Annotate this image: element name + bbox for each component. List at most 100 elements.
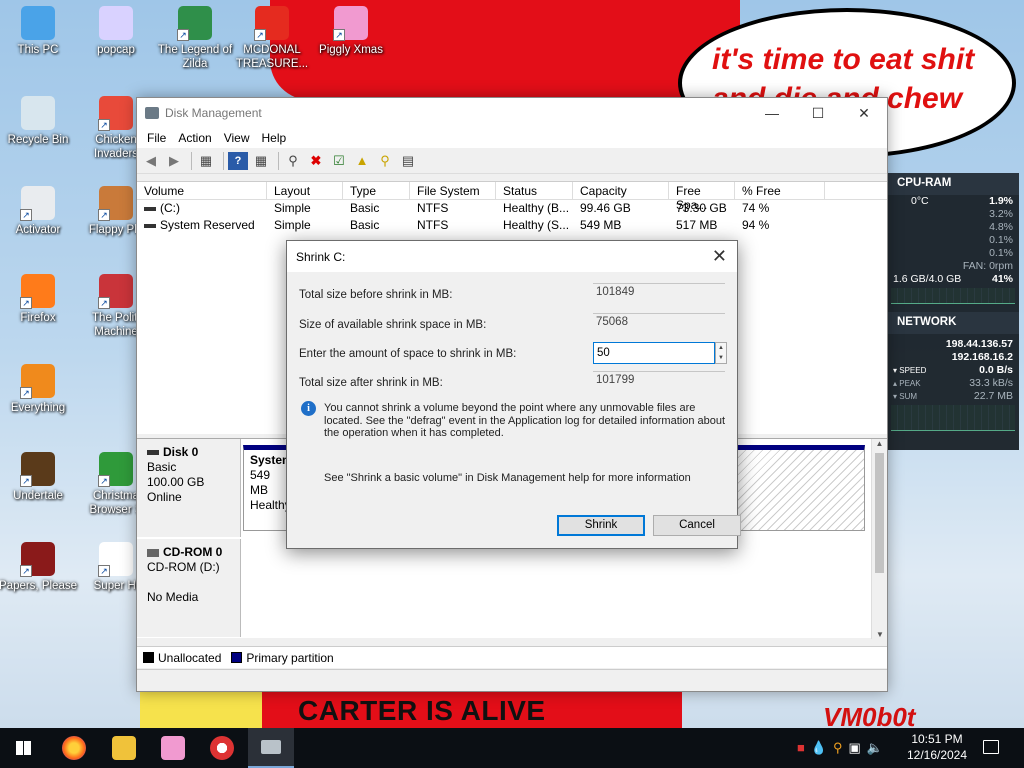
- app-taskbar-icon[interactable]: [210, 736, 234, 760]
- graph-scrollbar[interactable]: ▲ ▼: [871, 439, 887, 639]
- disk0-label[interactable]: Disk 0 Basic 100.00 GB Online: [137, 439, 241, 537]
- volume-drive-icon: [144, 223, 156, 228]
- shortcut-arrow-icon: ↗: [98, 297, 110, 309]
- folder-up-icon[interactable]: ▲: [352, 152, 372, 170]
- net-peak: 33.3 kB/s: [969, 377, 1013, 389]
- unallocated-swatch: [143, 652, 154, 663]
- table-row[interactable]: System Reserved Simple Basic NTFS Health…: [137, 217, 887, 234]
- disk0-name: Disk 0: [163, 445, 199, 459]
- disk0-state: Online: [147, 490, 182, 504]
- menu-file[interactable]: File: [141, 131, 172, 145]
- c-drive-partition[interactable]: [737, 445, 865, 531]
- col-status[interactable]: Status: [496, 182, 573, 199]
- label-total-size: Total size before shrink in MB:: [299, 289, 453, 301]
- core-1: 3.2%: [989, 208, 1013, 220]
- scroll-down-icon[interactable]: ▼: [872, 630, 888, 639]
- show-hide-icon[interactable]: ▦: [251, 152, 271, 170]
- desktop-icon[interactable]: ↗ Activator: [0, 186, 81, 237]
- disk-management-taskbar-icon[interactable]: [248, 728, 294, 768]
- properties-icon[interactable]: ▦: [196, 152, 216, 170]
- delete-icon[interactable]: ✖: [306, 152, 326, 170]
- maximize-button[interactable]: ☐: [795, 98, 841, 128]
- scroll-up-icon[interactable]: ▲: [872, 439, 887, 448]
- desktop-icon[interactable]: ↗ The Legend of Zilda: [152, 6, 238, 71]
- shrink-amount-input[interactable]: [593, 342, 715, 364]
- clock-time: 10:51 PM: [911, 732, 963, 746]
- notification-icon[interactable]: [983, 740, 999, 754]
- back-arrow-icon[interactable]: ◀: [141, 152, 161, 170]
- start-button[interactable]: [0, 728, 48, 768]
- search-folder-icon[interactable]: ⚲: [375, 152, 395, 170]
- help-icon[interactable]: ?: [228, 151, 248, 170]
- primary-partition-swatch: [231, 652, 243, 663]
- volume-muted-icon[interactable]: 🔈: [867, 740, 883, 756]
- cdrom-drive: CD-ROM (D:): [147, 560, 220, 574]
- col-type[interactable]: Type: [343, 182, 410, 199]
- menu-view[interactable]: View: [218, 131, 256, 145]
- shortcut-arrow-icon: ↗: [20, 565, 32, 577]
- desktop-icon-label: MCDONAL TREASURE...: [235, 44, 309, 70]
- minimize-button[interactable]: —: [749, 98, 795, 128]
- close-icon[interactable]: ✕: [712, 246, 727, 267]
- col-layout[interactable]: Layout: [267, 182, 343, 199]
- desktop-icon[interactable]: popcap: [73, 6, 159, 57]
- cdrom-label[interactable]: CD-ROM 0 CD-ROM (D:) No Media: [137, 539, 241, 637]
- tray-drop-icon[interactable]: 💧: [811, 740, 827, 756]
- system-reserved-partition[interactable]: System 549 MB Healthy: [243, 445, 291, 531]
- spin-down-icon[interactable]: ▼: [716, 353, 726, 363]
- desktop-icon[interactable]: ↗ Everything: [0, 364, 81, 415]
- shortcut-arrow-icon: ↗: [98, 565, 110, 577]
- desktop-icon[interactable]: This PC: [0, 6, 81, 57]
- cell: 517 MB: [676, 218, 718, 232]
- disk0-size: 100.00 GB: [147, 475, 205, 489]
- cell: 99.46 GB: [580, 201, 631, 215]
- network-icon[interactable]: ▣: [849, 740, 861, 756]
- close-window-button[interactable]: ✕: [841, 98, 887, 128]
- cdrom-name: CD-ROM 0: [163, 545, 223, 559]
- col-capacity[interactable]: Capacity: [573, 182, 669, 199]
- desktop-icon[interactable]: ↗ Firefox: [0, 274, 81, 325]
- col-percent-free[interactable]: % Free: [735, 182, 825, 199]
- forward-arrow-icon[interactable]: ▶: [164, 152, 184, 170]
- desktop-icon[interactable]: ↗ Papers, Please: [0, 542, 81, 593]
- cell: Healthy (B...: [503, 201, 570, 215]
- legend-primary-partition: Primary partition: [246, 650, 334, 665]
- table-row[interactable]: (C:) Simple Basic NTFS Healthy (B... 99.…: [137, 200, 887, 217]
- desktop-icon-image: ↗: [20, 452, 55, 487]
- desktop-icon[interactable]: ↗ MCDONAL TREASURE...: [229, 6, 315, 71]
- cell: Simple: [274, 201, 311, 215]
- volume-list-header: Volume Layout Type File System Status Ca…: [137, 182, 887, 212]
- desktop-icon[interactable]: ↗ Undertale: [0, 452, 81, 503]
- menu-action[interactable]: Action: [172, 131, 217, 145]
- connect-icon[interactable]: ⚲: [283, 152, 303, 170]
- file-explorer-taskbar-icon[interactable]: [112, 736, 136, 760]
- list-view-icon[interactable]: ▤: [398, 152, 418, 170]
- toolbar-separator: [191, 151, 192, 170]
- menu-help[interactable]: Help: [256, 131, 293, 145]
- window-titlebar[interactable]: Disk Management — ☐ ✕: [137, 98, 887, 128]
- col-free-space[interactable]: Free Spa...: [669, 182, 735, 212]
- spin-up-icon[interactable]: ▲: [716, 343, 726, 353]
- window-title: Disk Management: [165, 106, 262, 120]
- col-volume[interactable]: Volume: [137, 182, 267, 199]
- scroll-thumb[interactable]: [875, 453, 884, 573]
- col-file-system[interactable]: File System: [410, 182, 496, 199]
- piggly-taskbar-icon[interactable]: [161, 736, 185, 760]
- sum-label: SUM: [899, 392, 918, 401]
- firefox-taskbar-icon[interactable]: [62, 736, 86, 760]
- local-ip: 192.168.16.2: [951, 351, 1013, 363]
- desktop-icon[interactable]: ↗ Piggly Xmas: [308, 6, 394, 57]
- tray-search-icon[interactable]: ⚲: [833, 740, 843, 756]
- desktop-icon-image: ↗: [98, 96, 133, 131]
- desktop-icon[interactable]: Recycle Bin: [0, 96, 81, 147]
- cell: Basic: [350, 201, 380, 215]
- dialog-titlebar[interactable]: Shrink C: ✕: [287, 241, 737, 272]
- check-icon[interactable]: ☑: [329, 152, 349, 170]
- desktop-icon-label: Firefox: [20, 312, 56, 324]
- core-4: 0.1%: [989, 247, 1013, 259]
- clock[interactable]: 10:51 PM 12/16/2024: [903, 731, 971, 768]
- shrink-button[interactable]: Shrink: [557, 515, 645, 536]
- tray-app-icon[interactable]: ■: [797, 740, 805, 756]
- cancel-button[interactable]: Cancel: [653, 515, 741, 536]
- shrink-amount-spinner[interactable]: ▲ ▼: [715, 342, 727, 364]
